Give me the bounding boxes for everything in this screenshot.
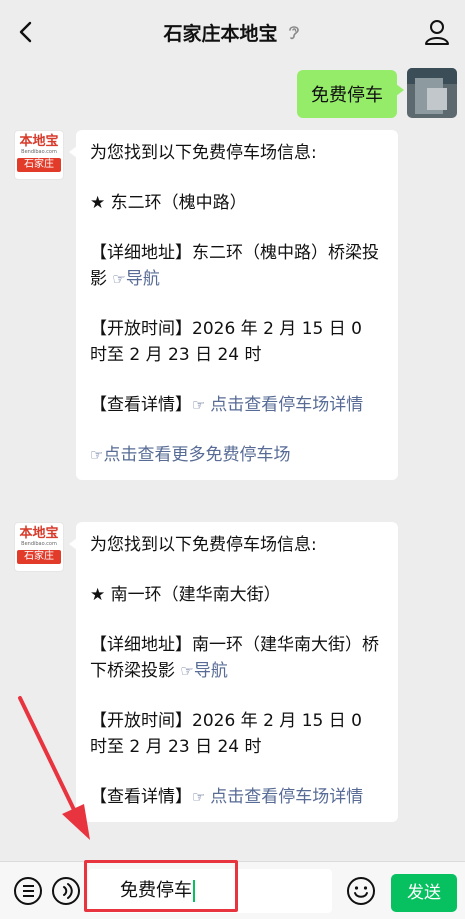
user-icon <box>425 20 449 45</box>
back-button[interactable] <box>12 18 40 46</box>
logo-title: 本地宝 <box>19 134 59 149</box>
outgoing-message: 免费停车 <box>297 68 457 118</box>
avatar[interactable]: 本地宝 Bendibao.com 石家庄 <box>14 522 64 572</box>
hours-label: 【开放时间】 <box>90 319 192 339</box>
intro-text: 为您找到以下免费停车场信息: <box>90 143 317 163</box>
pointing-hand-icon: ☞ <box>112 270 126 288</box>
menu-list-icon <box>14 877 42 905</box>
nav-link[interactable]: 导航 <box>194 661 228 681</box>
send-button[interactable]: 发送 <box>391 874 457 912</box>
intro-text: 为您找到以下免费停车场信息: <box>90 535 317 555</box>
more-parking-link[interactable]: 点击查看更多免费停车场 <box>103 445 290 465</box>
address-label: 【详细地址】 <box>90 635 192 655</box>
ear-icon <box>288 26 299 40</box>
incoming-message: 本地宝 Bendibao.com 石家庄 为您找到以下免费停车场信息: ★ 东二… <box>14 130 398 480</box>
logo-city: 石家庄 <box>17 158 61 172</box>
pointing-hand-icon: ☞ <box>192 396 211 414</box>
chat-info-button[interactable] <box>423 18 451 46</box>
nav-link[interactable]: 导航 <box>126 269 160 289</box>
hours-line: 【开放时间】2026 年 2 月 15 日 0 时至 2 月 23 日 24 时 <box>90 316 384 368</box>
detail-line: 【查看详情】☞ 点击查看停车场详情 <box>90 784 384 810</box>
menu-button[interactable] <box>12 875 44 907</box>
hours-line: 【开放时间】2026 年 2 月 15 日 0 时至 2 月 23 日 24 时 <box>90 708 384 760</box>
message-bubble[interactable]: 为您找到以下免费停车场信息: ★ 东二环（槐中路） 【详细地址】东二环（槐中路）… <box>69 130 398 480</box>
logo-domain: Bendibao.com <box>21 149 57 155</box>
detail-label: 【查看详情】 <box>90 395 192 415</box>
chat-header: 石家庄本地宝 <box>0 0 465 64</box>
parking-name: ★ 东二环（槐中路） <box>90 193 247 213</box>
emoji-icon <box>347 877 375 905</box>
avatar[interactable]: 本地宝 Bendibao.com 石家庄 <box>14 130 64 180</box>
detail-link[interactable]: 点击查看停车场详情 <box>210 395 363 415</box>
address-line: 【详细地址】东二环（槐中路）桥梁投影 ☞导航 <box>90 240 384 292</box>
more-line: ☞点击查看更多免费停车场 <box>90 442 384 468</box>
annotation-arrow <box>18 696 90 840</box>
pointing-hand-icon: ☞ <box>90 446 104 464</box>
detail-line: 【查看详情】☞ 点击查看停车场详情 <box>90 392 384 418</box>
chevron-left-icon <box>19 21 32 43</box>
message-bubble[interactable]: 为您找到以下免费停车场信息: ★ 南一环（建华南大街） 【详细地址】南一环（建华… <box>69 522 398 822</box>
detail-link[interactable]: 点击查看停车场详情 <box>210 787 363 807</box>
annotation-highlight-box <box>84 860 238 912</box>
outgoing-bubble[interactable]: 免费停车 <box>297 70 404 118</box>
voice-button[interactable] <box>50 875 82 907</box>
emoji-button[interactable] <box>345 875 377 907</box>
logo-title: 本地宝 <box>19 526 59 541</box>
logo-domain: Bendibao.com <box>21 541 57 547</box>
chat-title: 石家庄本地宝 <box>163 22 278 45</box>
parking-name: ★ 南一环（建华南大街） <box>90 585 281 605</box>
self-avatar[interactable] <box>407 68 457 118</box>
voice-icon <box>52 877 80 905</box>
pointing-hand-icon: ☞ <box>192 788 211 806</box>
address-line: 【详细地址】南一环（建华南大街）桥下桥梁投影 ☞导航 <box>90 632 384 684</box>
pointing-hand-icon: ☞ <box>180 662 194 680</box>
address-label: 【详细地址】 <box>90 243 192 263</box>
logo-city: 石家庄 <box>17 550 61 564</box>
